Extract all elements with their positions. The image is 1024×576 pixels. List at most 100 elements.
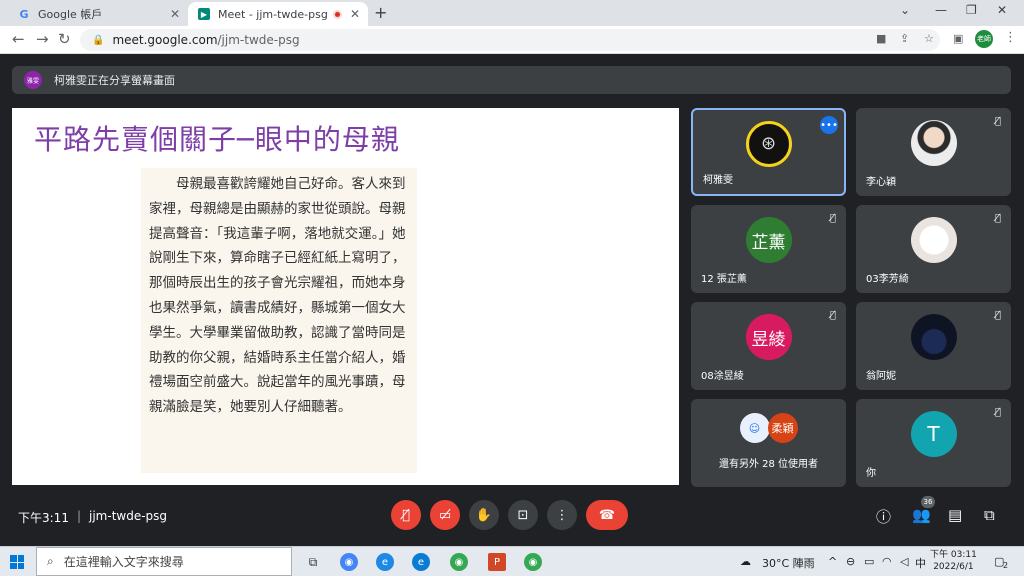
others-count-label: 還有另外 28 位使用者: [718, 459, 819, 470]
volume-icon[interactable]: ◁: [900, 555, 908, 568]
participant-name: 翁阿妮: [866, 371, 896, 382]
search-placeholder: 在這裡輸入文字來搜尋: [63, 555, 184, 569]
tab-meet[interactable]: ▶ Meet - jjm-twde-psg ✕: [188, 2, 368, 26]
weather-text: 30°C 陣雨: [762, 557, 815, 570]
camera-off-icon: ▭̸: [438, 507, 452, 523]
participant-name: 08涂昱綾: [701, 371, 744, 382]
mic-off-icon: 🎙̸: [994, 116, 1001, 127]
self-avatar: T: [910, 411, 957, 458]
chat-icon[interactable]: ▤: [948, 506, 962, 524]
clock-time: 下午 03:11: [930, 550, 977, 560]
camera-toggle-button[interactable]: ▭̸: [430, 500, 460, 530]
tray-icon[interactable]: ⊖: [846, 555, 855, 568]
presenting-banner: 雅雯 柯雅雯正在分享螢幕畫面: [12, 66, 1011, 94]
mic-off-icon: 🎙̸: [994, 310, 1001, 321]
tab-search-icon[interactable]: ⌄: [900, 3, 910, 17]
back-icon[interactable]: ←: [12, 30, 25, 48]
notification-count: 2: [1003, 561, 1009, 570]
present-screen-icon: ⊡: [517, 507, 529, 523]
chrome-profile-icon[interactable]: ◉: [450, 553, 468, 571]
more-options-icon[interactable]: •••: [820, 116, 838, 134]
bookmark-star-icon[interactable]: ☆: [924, 32, 934, 45]
self-tile[interactable]: 🎙̸ T 你: [856, 399, 1011, 487]
participant-tile[interactable]: 🎙̸ 03李芳綺: [856, 205, 1011, 293]
camera-icon[interactable]: ■: [876, 32, 886, 45]
user-icon: ☺: [739, 413, 770, 443]
others-tile[interactable]: ☺ 柔穎 還有另外 28 位使用者: [691, 399, 846, 487]
forward-icon[interactable]: →: [36, 30, 49, 48]
tab-google-account[interactable]: G Google 帳戶 ✕: [8, 2, 188, 26]
share-icon[interactable]: ⇪: [900, 32, 909, 45]
recording-icon: [333, 9, 342, 19]
side-panel-icon[interactable]: ▣: [953, 32, 963, 45]
participant-name: 李心穎: [866, 177, 896, 188]
participant-avatar: 柔穎: [767, 413, 798, 443]
participant-avatar: ⊛: [745, 120, 792, 167]
task-view-icon[interactable]: ⧉: [304, 553, 322, 571]
participant-name: 03李芳綺: [866, 274, 909, 285]
divider: |: [76, 509, 81, 523]
mic-off-icon: 🎙̸: [994, 213, 1001, 224]
mic-off-icon: 🎙̸: [829, 213, 836, 224]
leave-call-button[interactable]: ☎: [586, 500, 628, 530]
reload-icon[interactable]: ↻: [58, 30, 71, 48]
system-clock[interactable]: 下午 03:11 2022/6/1: [930, 549, 977, 573]
activities-icon[interactable]: ⧉: [984, 506, 995, 524]
shared-screen: 平路先賣個關子─眼中的母親 母親最喜歡誇耀她自己好命。客人來到家裡，母親總是由顯…: [12, 108, 679, 485]
address-bar: ← → ↻ 🔒 meet.google.com/jjm-twde-psg ■ ⇪…: [0, 26, 1024, 54]
minimize-icon[interactable]: —: [935, 3, 947, 17]
presenter-avatar: 雅雯: [24, 71, 42, 89]
ime-indicator[interactable]: 中: [915, 555, 926, 571]
weather-icon: ☁: [740, 555, 751, 568]
ie-icon[interactable]: e: [376, 553, 394, 571]
participant-tile[interactable]: 🎙̸ 翁阿妮: [856, 302, 1011, 390]
google-g-icon: G: [19, 7, 29, 21]
chrome-icon[interactable]: ◉: [340, 553, 358, 571]
hang-up-icon: ☎: [598, 507, 616, 523]
mic-toggle-button[interactable]: 🎙̸: [391, 500, 421, 530]
meet-icon: ▶: [198, 8, 210, 20]
search-icon: ⌕: [47, 554, 54, 568]
powerpoint-icon[interactable]: P: [488, 553, 506, 571]
participant-tile[interactable]: 🎙̸ 李心穎: [856, 108, 1011, 196]
participant-name: 柯雅雯: [703, 175, 733, 186]
meeting-info: 下午3:11 | jjm-twde-psg: [18, 509, 167, 526]
slide-title: 平路先賣個關子─眼中的母親: [34, 123, 400, 156]
people-count-badge: 36: [921, 496, 935, 508]
clock-date: 2022/6/1: [933, 562, 974, 572]
raise-hand-button[interactable]: ✋: [469, 500, 499, 530]
participant-photo: [910, 120, 957, 167]
participant-avatar: 昱綾: [745, 314, 792, 361]
close-tab-icon[interactable]: ✕: [170, 7, 180, 21]
more-vert-icon: ⋮: [555, 507, 569, 523]
people-icon[interactable]: 👥: [912, 506, 931, 524]
start-icon[interactable]: [10, 555, 24, 569]
slide-text-box: 母親最喜歡誇耀她自己好命。客人來到家裡，母親總是由顯赫的家世從頭說。母親提高聲音…: [141, 168, 417, 473]
tab-title: Meet - jjm-twde-psg: [218, 7, 328, 21]
present-button[interactable]: ⊡: [508, 500, 538, 530]
profile-avatar[interactable]: 老師: [975, 30, 993, 48]
edge-icon[interactable]: e: [412, 553, 430, 571]
restore-icon[interactable]: ❐: [966, 3, 977, 17]
taskbar-search-input[interactable]: ⌕ 在這裡輸入文字來搜尋: [36, 547, 292, 576]
close-tab-icon[interactable]: ✕: [350, 7, 360, 21]
chrome-active-icon[interactable]: ◉: [524, 553, 542, 571]
browser-menu-icon[interactable]: ⋮: [1004, 30, 1017, 45]
participant-photo: [910, 314, 957, 361]
new-tab-button[interactable]: +: [374, 3, 387, 22]
participant-photo: [910, 217, 957, 264]
close-window-icon[interactable]: ✕: [997, 3, 1007, 17]
wifi-icon[interactable]: ◠: [882, 555, 892, 568]
participant-tile[interactable]: 🎙̸ 昱綾 08涂昱綾: [691, 302, 846, 390]
slide-paragraph: 母親最喜歡誇耀她自己好命。客人來到家裡，母親總是由顯赫的家世從頭說。母親提高聲音…: [149, 176, 406, 416]
info-icon[interactable]: ⓘ: [876, 506, 891, 527]
tray-expand-icon[interactable]: ^: [828, 555, 837, 568]
url-input[interactable]: 🔒 meet.google.com/jjm-twde-psg: [80, 29, 940, 51]
network-icon[interactable]: ▭: [864, 555, 874, 568]
url-path: /jjm-twde-psg: [217, 33, 300, 47]
presenting-text: 柯雅雯正在分享螢幕畫面: [54, 74, 175, 87]
more-options-button[interactable]: ⋮: [547, 500, 577, 530]
participant-tile[interactable]: ⊛ ••• 柯雅雯: [691, 108, 846, 196]
participant-tile[interactable]: 🎙̸ 芷薰 12 張芷薰: [691, 205, 846, 293]
meeting-code: jjm-twde-psg: [89, 509, 168, 523]
